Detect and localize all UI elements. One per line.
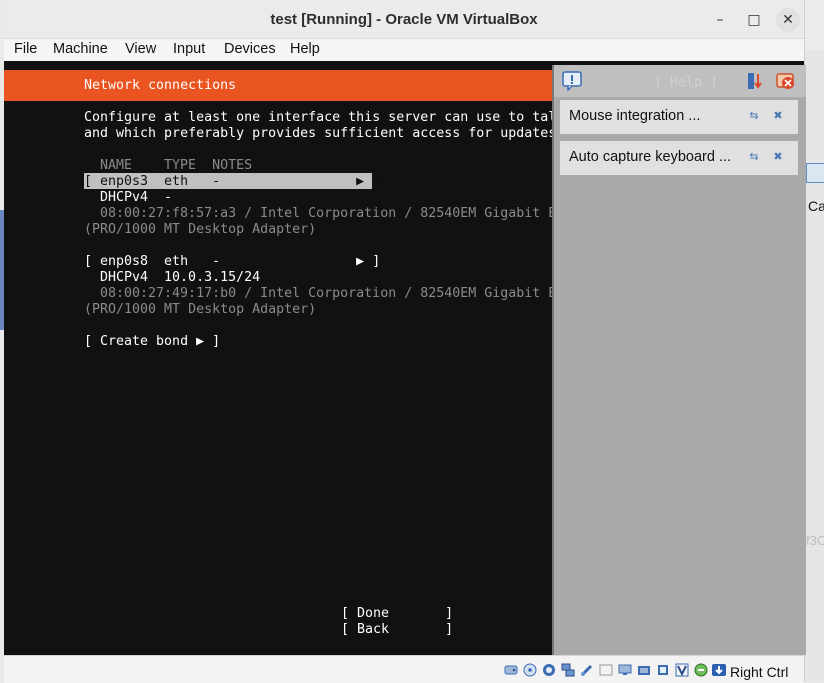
close-notification-icon[interactable]: ✖ — [770, 149, 786, 165]
virtualbox-window: test [Running] - Oracle VM VirtualBox – … — [4, 0, 806, 683]
help-hint: [ Help ] — [654, 75, 719, 90]
close-notification-icon[interactable]: ✖ — [770, 108, 786, 124]
background-faded-text: f3C — [806, 533, 824, 548]
notification-center-header: [ Help ] — [554, 65, 806, 97]
mouse-integration-icon[interactable] — [694, 663, 708, 677]
notification-text: Auto capture keyboard ... — [569, 149, 732, 165]
hard-disk-icon[interactable] — [504, 663, 518, 677]
interface-enp0s8-adapter: (PRO/1000 MT Desktop Adapter) — [84, 302, 317, 317]
window-title: test [Running] - Oracle VM VirtualBox — [270, 11, 538, 28]
notification-text: Mouse integration ... — [569, 108, 701, 124]
menu-view[interactable]: View — [125, 41, 156, 57]
sort-notifications-icon[interactable] — [746, 71, 766, 91]
virtualization-icon[interactable] — [675, 663, 689, 677]
dismiss-all-icon[interactable] — [776, 71, 796, 91]
background-window-strip — [804, 0, 824, 50]
audio-icon[interactable] — [542, 663, 556, 677]
menu-file[interactable]: File — [14, 41, 37, 57]
pin-icon[interactable]: ⇆ — [746, 149, 762, 165]
minimize-button[interactable]: – — [710, 10, 730, 30]
display-icon[interactable] — [618, 663, 632, 677]
notification-auto-capture-keyboard[interactable]: Auto capture keyboard ... ⇆ ✖ — [560, 141, 798, 175]
close-button[interactable]: ✕ — [776, 8, 800, 32]
pin-icon[interactable]: ⇆ — [746, 108, 762, 124]
notification-mouse-integration[interactable]: Mouse integration ... ⇆ ✖ — [560, 100, 798, 134]
interface-enp0s3-adapter: (PRO/1000 MT Desktop Adapter) — [84, 222, 317, 237]
vm-column-headers: NAME TYPE NOTES — [100, 158, 253, 173]
menu-input[interactable]: Input — [173, 41, 205, 57]
optical-drive-icon[interactable] — [523, 663, 537, 677]
vm-header-bar: Network connections — [4, 70, 554, 101]
status-bar: Right Ctrl — [4, 655, 804, 683]
cpu-icon[interactable] — [656, 663, 670, 677]
menu-help[interactable]: Help — [290, 41, 320, 57]
background-text: Ca — [808, 198, 824, 214]
vm-display[interactable]: Network connections Configure at least o… — [4, 61, 806, 655]
interface-enp0s3-dhcp: DHCPv4 - — [100, 190, 173, 205]
background-desktop — [804, 0, 824, 682]
title-bar: test [Running] - Oracle VM VirtualBox – … — [4, 0, 804, 39]
create-bond-button[interactable]: [ Create bond ▶ ] — [84, 334, 220, 350]
vm-intro-line-1: Configure at least one interface this se… — [84, 110, 557, 125]
host-key-arrow-icon[interactable] — [712, 663, 726, 677]
notification-center-panel: [ Help ] Mouse integration ... ⇆ ✖ Auto … — [552, 65, 806, 655]
menu-devices[interactable]: Devices — [224, 41, 276, 57]
vm-header-title: Network connections — [84, 78, 237, 93]
notification-center-icon[interactable] — [562, 71, 582, 91]
network-icon[interactable] — [561, 663, 575, 677]
usb-icon[interactable] — [580, 663, 594, 677]
menu-machine[interactable]: Machine — [53, 41, 108, 57]
host-key-label[interactable]: Right Ctrl — [730, 664, 788, 680]
menu-bar: File Machine View Input Devices Help — [4, 39, 804, 61]
back-button[interactable]: [ Back ] — [341, 622, 453, 638]
recording-icon[interactable] — [637, 663, 651, 677]
interface-enp0s8-dhcp: DHCPv4 10.0.3.15/24 — [100, 270, 261, 285]
shared-folders-icon[interactable] — [599, 663, 613, 677]
interface-row-enp0s8[interactable]: [ enp0s8 eth - ▶ ] — [84, 254, 380, 270]
done-button[interactable]: [ Done ] — [341, 606, 453, 622]
maximize-button[interactable]: □ — [744, 10, 764, 30]
background-app-icon — [806, 163, 824, 183]
interface-row-enp0s3[interactable]: [ enp0s3 eth - ▶ ] — [84, 174, 380, 190]
vm-intro-line-2: and which preferably provides sufficient… — [84, 126, 557, 141]
